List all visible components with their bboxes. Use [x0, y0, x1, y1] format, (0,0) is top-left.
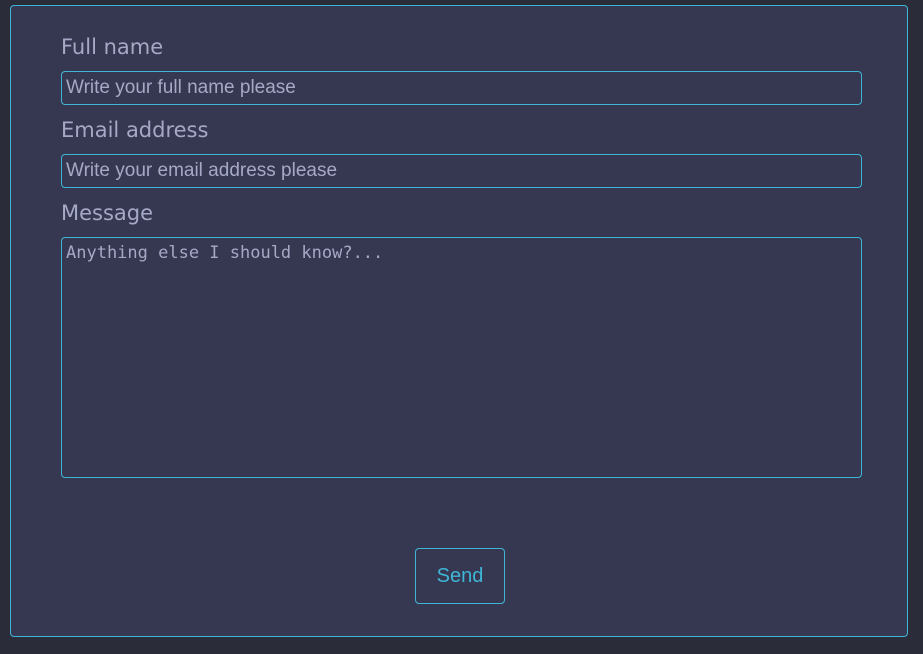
send-button[interactable]: Send: [415, 548, 505, 604]
full-name-input[interactable]: [61, 71, 862, 105]
email-address-input[interactable]: [61, 154, 862, 188]
contact-form: Full name Email address Message Send: [10, 5, 908, 637]
message-label: Message: [61, 201, 154, 225]
message-textarea[interactable]: [61, 237, 862, 478]
email-address-label: Email address: [61, 118, 209, 142]
full-name-label: Full name: [61, 35, 164, 59]
